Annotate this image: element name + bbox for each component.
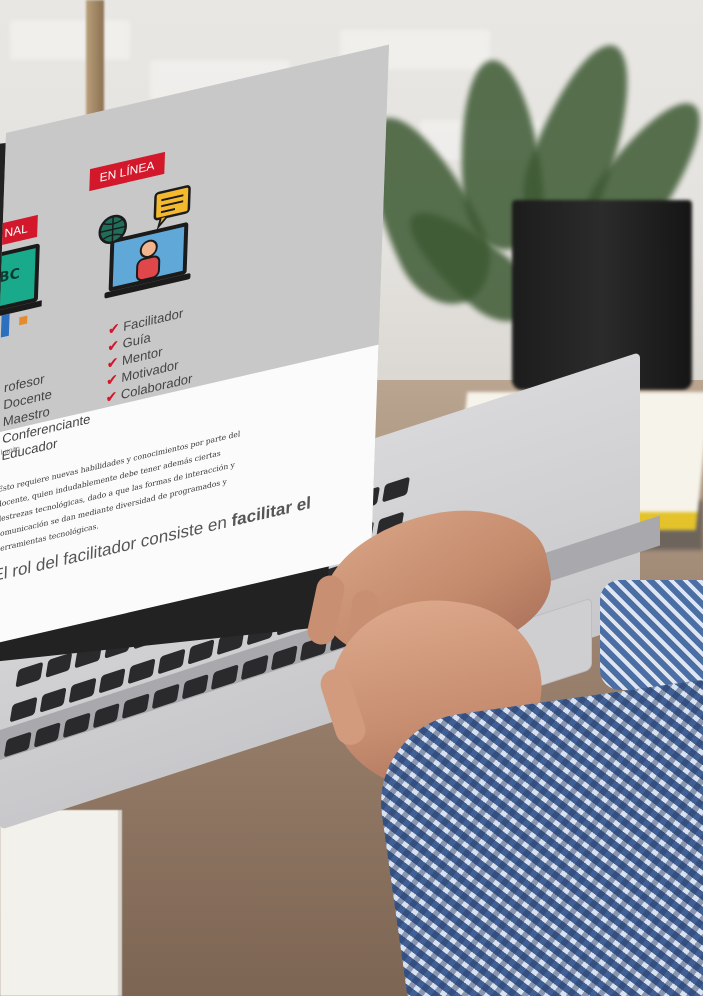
keyboard-key [15,661,43,688]
keyboard-key [270,644,298,671]
keyboard-key [33,721,61,748]
keyboard-key [68,677,97,704]
keyboard-key [122,693,150,720]
keyboard-key [240,654,269,681]
laptop-screen: NAL EN LÍNEA BC rofesor Docente Maestro Con… [0,44,389,645]
notebook [0,810,122,996]
photo-scene: NAL EN LÍNEA BC rofesor Docente Maestro Con… [0,0,703,996]
wall-brick [10,20,130,60]
keyboard-key [39,687,67,714]
keyboard-key [181,673,210,700]
keyboard-key [9,696,38,723]
keyboard-key [211,664,239,691]
keyboard-key [3,731,32,758]
keyboard-key [44,652,73,679]
keyboard-key [92,702,121,729]
keyboard-key [62,712,91,739]
blackboard-icon: BC [0,243,42,338]
shirt-sleeve-right [600,580,703,690]
keyboard-key [151,683,180,710]
keyboard-key [127,658,156,685]
keyboard-key [98,667,126,694]
checkmark-icon: ✔ [105,388,118,406]
keyboard-key [187,638,215,665]
plant-pot [512,200,692,390]
keyboard-key [157,648,186,675]
